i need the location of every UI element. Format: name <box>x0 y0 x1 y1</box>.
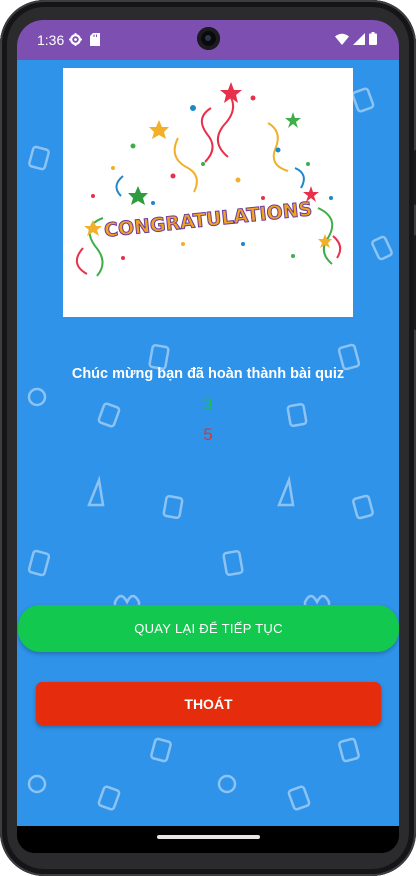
status-time: 1:36 <box>37 32 65 48</box>
battery-icon <box>369 32 377 45</box>
congratulations-text: CONGRATULATIONS <box>103 198 313 242</box>
quiz-result-screen: CONGRATULATIONS Chúc mừng bạn đã hoàn th… <box>17 60 399 826</box>
continue-button[interactable]: QUAY LẠI ĐỂ TIẾP TỤC <box>18 605 399 652</box>
home-gesture-handle[interactable] <box>157 835 260 839</box>
gear-icon <box>69 33 82 46</box>
front-camera <box>197 27 220 50</box>
congratulations-image: CONGRATULATIONS <box>63 68 353 317</box>
screen: 1:36 CONGRATULATIONS Chúc mừng bạn đã ho… <box>17 20 399 853</box>
sd-card-icon <box>90 33 100 46</box>
navigation-bar <box>17 826 399 853</box>
cell-signal-icon <box>353 32 365 45</box>
exit-button[interactable]: THOÁT <box>36 682 381 725</box>
total-questions-count: 5 <box>203 425 213 444</box>
completion-message: Chúc mừng bạn đã hoàn thành bài quiz <box>71 366 345 382</box>
wifi-icon <box>335 33 349 45</box>
correct-answers-count: 3 <box>203 395 213 414</box>
congratulations-illustration: CONGRATULATIONS <box>76 82 342 277</box>
phone-frame: 1:36 CONGRATULATIONS Chúc mừng bạn đã ho… <box>0 0 416 876</box>
status-bar: 1:36 <box>17 20 399 60</box>
